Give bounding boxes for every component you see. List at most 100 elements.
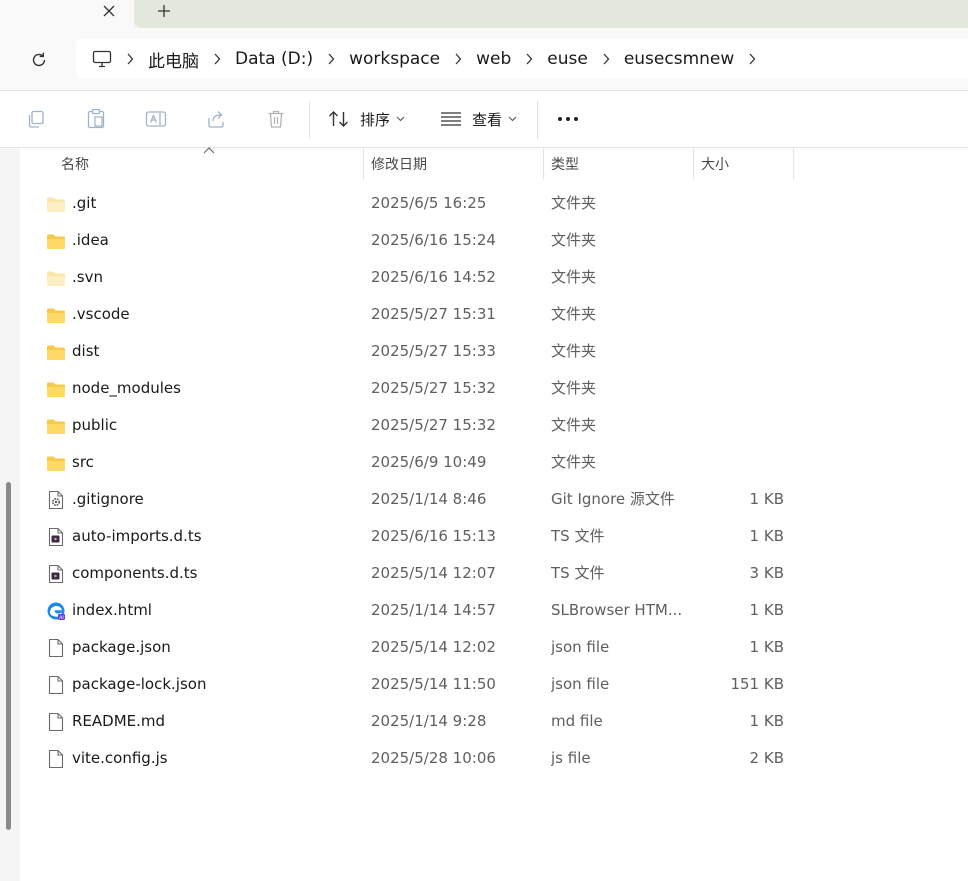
file-type: js file — [551, 749, 591, 767]
column-header-size[interactable]: 大小 — [695, 148, 793, 180]
file-modified-date: 2025/1/14 9:28 — [371, 712, 487, 730]
folder-icon — [46, 379, 66, 399]
column-header-modified-label: 修改日期 — [371, 157, 427, 173]
plus-icon — [158, 5, 170, 17]
file-row[interactable]: .gitignore 2025/1/14 8:46 Git Ignore 源文件 1 … — [20, 481, 968, 518]
share-button[interactable] — [202, 105, 230, 133]
tab-strip — [0, 0, 968, 28]
file-modified-date: 2025/6/16 15:13 — [371, 527, 496, 545]
file-name: .gitignore — [72, 490, 144, 508]
file-name: public — [72, 416, 118, 434]
view-label: 查看 — [472, 110, 503, 129]
chevron-right-icon[interactable] — [442, 53, 474, 65]
new-tab-button[interactable] — [152, 0, 176, 22]
scrollbar-thumb[interactable] — [6, 482, 11, 830]
file-type: TS 文件 — [551, 564, 605, 582]
file-row[interactable]: dist 2025/5/27 15:33 文件夹 — [20, 333, 968, 370]
file-row[interactable]: vite.config.js 2025/5/28 10:06 js file 2 KB — [20, 740, 968, 777]
file-row[interactable]: package-lock.json 2025/5/14 11:50 json fil… — [20, 666, 968, 703]
close-icon — [103, 5, 115, 17]
column-divider[interactable] — [363, 148, 364, 180]
copy-button[interactable] — [22, 105, 50, 133]
breadcrumb-eusecsmnew[interactable]: eusecsmnew — [622, 49, 736, 69]
rename-button[interactable] — [142, 105, 170, 133]
file-row[interactable]: components.d.ts 2025/5/14 12:07 TS 文件 3 KB — [20, 555, 968, 592]
file-modified-date: 2025/5/27 15:33 — [371, 342, 496, 360]
file-name: node_modules — [72, 379, 181, 397]
folder-icon — [46, 342, 66, 362]
file-icon — [46, 675, 66, 695]
address-bar[interactable]: 此电脑 Data (D:) workspace web euse eusecsm… — [76, 39, 968, 79]
rename-icon — [145, 111, 167, 127]
file-row[interactable]: package.json 2025/5/14 12:02 json file 1 KB — [20, 629, 968, 666]
clipboard-icon — [87, 108, 105, 129]
column-header-name[interactable]: 名称 — [55, 148, 363, 180]
folder-icon — [46, 416, 66, 436]
column-divider[interactable] — [793, 148, 794, 180]
file-name: package-lock.json — [72, 675, 207, 693]
breadcrumb-data-drive[interactable]: Data (D:) — [233, 49, 315, 69]
refresh-icon — [32, 52, 46, 67]
file-icon — [46, 712, 66, 732]
file-name: auto-imports.d.ts — [72, 527, 202, 545]
file-row[interactable]: auto-imports.d.ts 2025/6/16 15:13 TS 文件 1 K… — [20, 518, 968, 555]
gear-file-icon — [46, 490, 66, 510]
navigation-bar: 此电脑 Data (D:) workspace web euse eusecsm… — [0, 28, 968, 90]
close-tab-button[interactable] — [97, 0, 121, 22]
chevron-right-icon[interactable] — [513, 53, 545, 65]
file-row[interactable]: .idea 2025/6/16 15:24 文件夹 — [20, 222, 968, 259]
column-header-type[interactable]: 类型 — [545, 148, 693, 180]
more-options-button[interactable] — [554, 105, 582, 133]
chevron-right-icon[interactable] — [590, 53, 622, 65]
folder-icon — [46, 453, 66, 473]
file-modified-date: 2025/5/14 12:07 — [371, 564, 496, 582]
file-size: 1 KB — [749, 490, 784, 508]
file-row[interactable]: .svn 2025/6/16 14:52 文件夹 — [20, 259, 968, 296]
browser-icon: AI — [46, 601, 66, 621]
file-size: 1 KB — [749, 712, 784, 730]
delete-button[interactable] — [262, 105, 290, 133]
chevron-right-icon[interactable] — [736, 53, 768, 65]
column-divider[interactable] — [543, 148, 544, 180]
breadcrumb-web[interactable]: web — [474, 49, 513, 69]
breadcrumb-workspace[interactable]: workspace — [347, 49, 442, 69]
file-row[interactable]: node_modules 2025/5/27 15:32 文件夹 — [20, 370, 968, 407]
file-modified-date: 2025/6/16 15:24 — [371, 231, 496, 249]
file-row[interactable]: public 2025/5/27 15:32 文件夹 — [20, 407, 968, 444]
file-modified-date: 2025/1/14 8:46 — [371, 490, 487, 508]
ts-file-icon — [46, 564, 66, 584]
file-type: 文件夹 — [551, 268, 597, 286]
breadcrumb-this-pc[interactable]: 此电脑 — [146, 47, 201, 72]
file-row[interactable]: AI index.html 2025/1/14 14:57 SLBrowser HTM… — [20, 592, 968, 629]
chevron-right-icon[interactable] — [114, 53, 146, 65]
file-modified-date: 2025/6/16 14:52 — [371, 268, 496, 286]
ts-file-icon — [46, 527, 66, 547]
toolbar-divider — [309, 101, 310, 139]
file-row[interactable]: .git 2025/6/5 16:25 文件夹 — [20, 185, 968, 222]
column-header-modified[interactable]: 修改日期 — [365, 148, 543, 180]
column-header-type-label: 类型 — [551, 157, 579, 173]
folder-faded-icon — [46, 194, 66, 214]
chevron-right-icon[interactable] — [315, 53, 347, 65]
refresh-button[interactable] — [24, 45, 54, 75]
file-name: components.d.ts — [72, 564, 198, 582]
file-modified-date: 2025/1/14 14:57 — [371, 601, 496, 619]
file-row[interactable]: src 2025/6/9 10:49 文件夹 — [20, 444, 968, 481]
file-modified-date: 2025/5/27 15:32 — [371, 416, 496, 434]
share-icon — [208, 111, 224, 128]
file-type: 文件夹 — [551, 379, 597, 397]
file-type: TS 文件 — [551, 527, 605, 545]
more-icon — [558, 117, 578, 121]
sort-dropdown[interactable]: 排序 — [328, 105, 405, 133]
chevron-right-icon[interactable] — [201, 53, 233, 65]
sort-label: 排序 — [360, 110, 391, 129]
paste-button[interactable] — [82, 105, 110, 133]
file-row[interactable]: .vscode 2025/5/27 15:31 文件夹 — [20, 296, 968, 333]
file-type: 文件夹 — [551, 453, 597, 471]
view-dropdown[interactable]: 查看 — [440, 105, 517, 133]
column-divider[interactable] — [693, 148, 694, 180]
file-row[interactable]: README.md 2025/1/14 9:28 md file 1 KB — [20, 703, 968, 740]
this-pc-icon[interactable] — [90, 47, 114, 71]
file-name: src — [72, 453, 94, 471]
breadcrumb-euse[interactable]: euse — [545, 49, 590, 69]
